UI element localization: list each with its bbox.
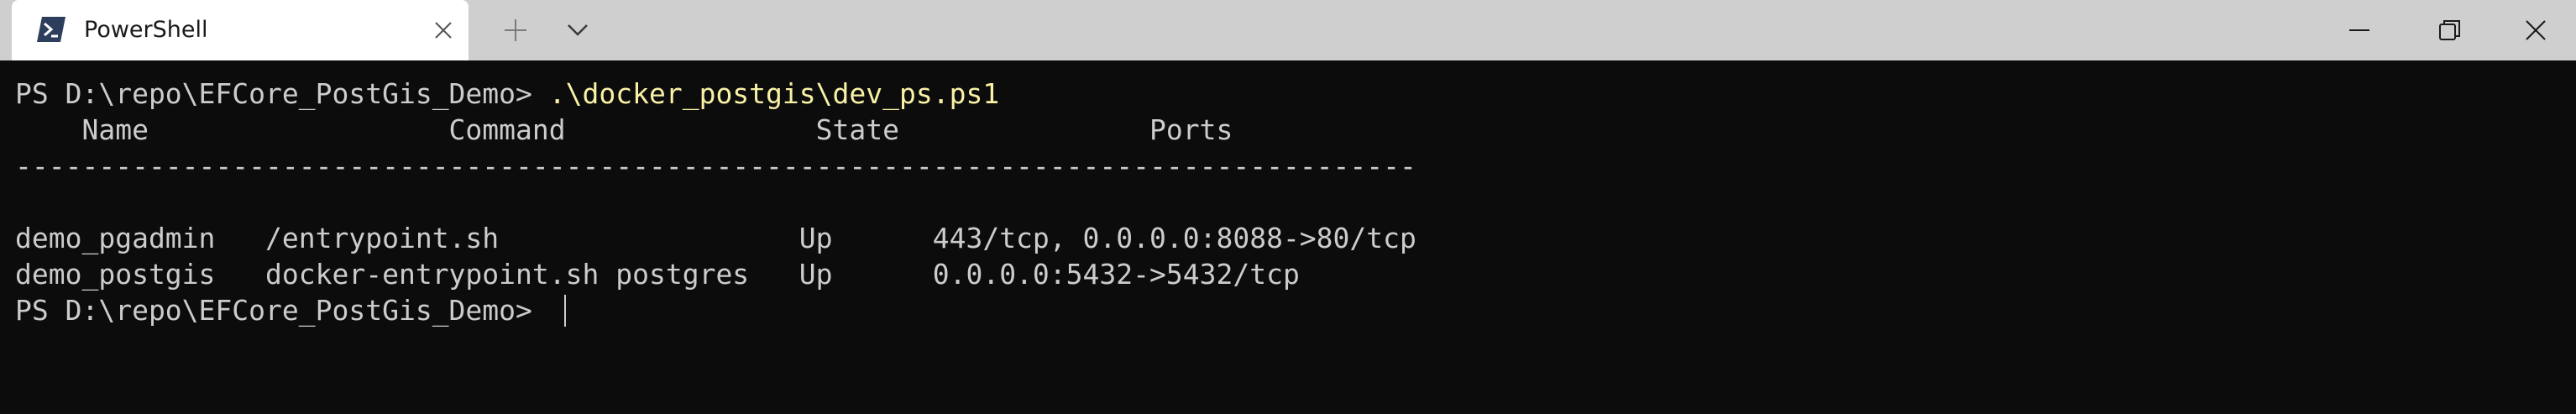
table-separator: ----------------------------------------…	[15, 149, 1416, 182]
table-row: demo_pgadmin /entrypoint.sh Up 443/tcp, …	[15, 222, 1416, 254]
close-icon[interactable]	[2521, 15, 2551, 45]
title-bar: PowerShell	[0, 0, 2576, 60]
minimize-icon[interactable]	[2344, 15, 2374, 45]
text-cursor	[563, 295, 566, 327]
command-text: .\docker_postgis\dev_ps.ps1	[548, 77, 1000, 110]
plus-icon[interactable]	[500, 15, 531, 45]
prompt: PS D:\repo\EFCore_PostGis_Demo>	[15, 294, 549, 327]
table-row: demo_postgis docker-entrypoint.sh postgr…	[15, 258, 1300, 291]
tab-powershell[interactable]: PowerShell	[12, 0, 469, 60]
table-header: Name Command State Ports	[15, 113, 1233, 146]
close-icon[interactable]	[432, 18, 455, 42]
prompt: PS D:\repo\EFCore_PostGis_Demo>	[15, 77, 549, 110]
chevron-down-icon[interactable]	[563, 15, 593, 45]
terminal-output[interactable]: PS D:\repo\EFCore_PostGis_Demo> .\docker…	[0, 60, 2576, 414]
tab-title: PowerShell	[84, 17, 208, 43]
command-line: PS D:\repo\EFCore_PostGis_Demo> .\docker…	[15, 76, 2576, 112]
powershell-icon	[37, 17, 65, 42]
restore-icon[interactable]	[2435, 15, 2465, 45]
prompt-line: PS D:\repo\EFCore_PostGis_Demo>	[15, 292, 2576, 328]
